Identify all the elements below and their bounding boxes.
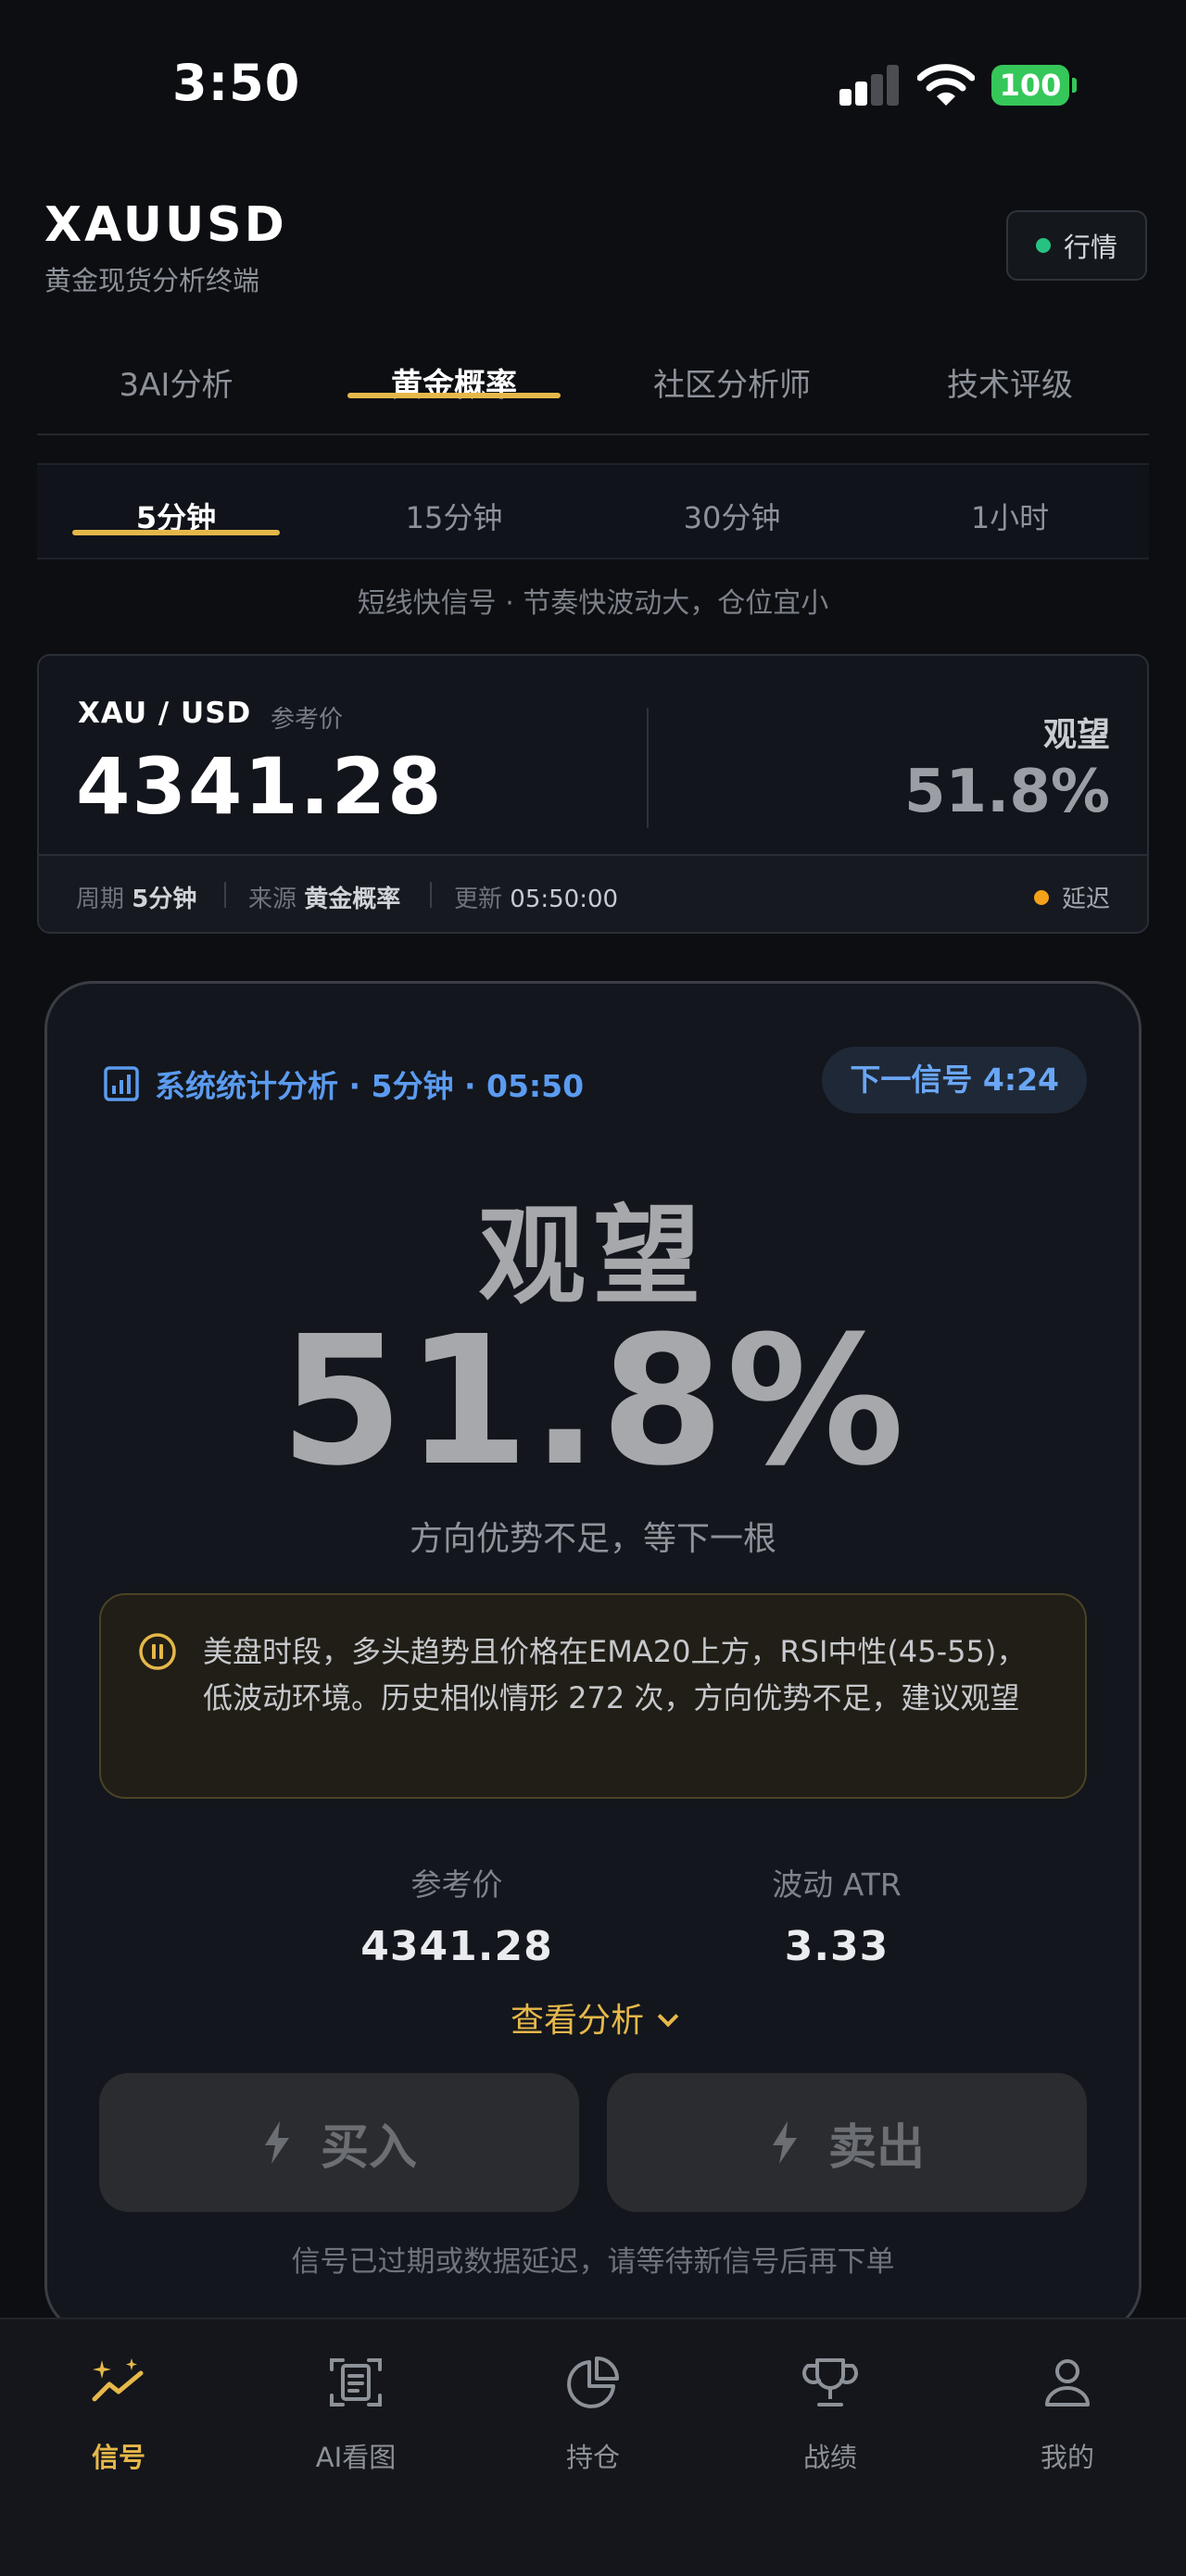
bar-chart-icon	[104, 1066, 139, 1101]
next-signal-countdown: 下一信号 4:24	[822, 1047, 1087, 1113]
lightning-icon	[772, 2121, 797, 2164]
currency-pair: XAU / USD	[78, 697, 252, 730]
nav-performance[interactable]: 战绩	[712, 2319, 949, 2576]
symbol-title: XAUUSD	[44, 197, 287, 253]
signal-sparkle-icon	[92, 2358, 144, 2402]
tab-technical-rating[interactable]: 技术评级	[871, 343, 1149, 434]
period-meta: 周期 5分钟	[76, 886, 197, 913]
status-bar: 3:50 100	[0, 0, 1186, 176]
tab-3ai-analysis[interactable]: 3AI分析	[37, 343, 315, 434]
wifi-icon	[917, 64, 975, 106]
signal-probability-large: 51.8%	[279, 1299, 907, 1505]
atr-stat: 波动 ATR 3.33	[772, 1866, 902, 1970]
app-screen: 3:50 100 XAUUSD 黄金现货分析终端 行情 3AI分析 黄金概率 社…	[0, 0, 1186, 2576]
pause-icon	[139, 1633, 176, 1670]
scan-document-icon	[330, 2358, 382, 2406]
analysis-note: 美盘时段，多头趋势且价格在EMA20上方，RSI中性(45-55)，低波动环境。…	[99, 1593, 1087, 1799]
live-status-dot	[1035, 238, 1051, 253]
price-card-footer: 周期 5分钟 来源 黄金概率 更新 05:50:00 延迟	[39, 854, 1147, 932]
main-tabs: 3AI分析 黄金概率 社区分析师 技术评级	[37, 343, 1149, 435]
signal-card-header: 系统统计分析 · 5分钟 · 05:50	[103, 1062, 584, 1106]
buy-button[interactable]: 买入	[99, 2073, 579, 2212]
signal-caption: 方向优势不足，等下一根	[409, 1520, 776, 1558]
view-analysis-button[interactable]: 查看分析	[47, 1993, 1139, 2042]
symbol-subtitle: 黄金现货分析终端	[44, 265, 260, 296]
pie-chart-icon	[567, 2356, 619, 2408]
market-button-label: 行情	[1063, 232, 1117, 263]
battery-level: 100	[991, 65, 1069, 106]
signal-card-title: 系统统计分析 · 5分钟 · 05:50	[155, 1068, 585, 1104]
signal-label: 观望	[1042, 716, 1110, 754]
lightning-icon	[264, 2121, 289, 2164]
price-card: XAU / USD 参考价 4341.28 观望 51.8% 周期 5分钟 来源…	[37, 654, 1149, 934]
tab-30min[interactable]: 30分钟	[593, 465, 871, 558]
signal-expired-notice: 信号已过期或数据延迟，请等待新信号后再下单	[291, 2245, 895, 2279]
cellular-signal-icon	[839, 65, 901, 106]
chevron-down-icon	[657, 2005, 679, 2028]
reference-price-stat: 参考价 4341.28	[360, 1866, 553, 1970]
analysis-note-text: 美盘时段，多头趋势且价格在EMA20上方，RSI中性(45-55)，低波动环境。…	[203, 1634, 1027, 1715]
nav-signal[interactable]: 信号	[0, 2319, 237, 2576]
reference-price-label: 参考价	[271, 706, 344, 734]
nav-positions[interactable]: 持仓	[474, 2319, 712, 2576]
tab-gold-probability[interactable]: 黄金概率	[315, 343, 593, 434]
tab-15min[interactable]: 15分钟	[315, 465, 593, 558]
signal-probability: 51.8%	[903, 758, 1110, 826]
divider	[647, 708, 649, 828]
tab-community-analysts[interactable]: 社区分析师	[593, 343, 871, 434]
delay-status: 延迟	[1033, 880, 1110, 914]
nav-profile[interactable]: 我的	[949, 2319, 1186, 2576]
bottom-nav: 信号 AI看图 持仓 战绩 我的	[0, 2318, 1186, 2576]
trophy-icon	[802, 2358, 858, 2406]
timeframe-tabs: 5分钟 15分钟 30分钟 1小时	[37, 463, 1149, 559]
tab-5min[interactable]: 5分钟	[37, 465, 315, 558]
update-meta: 更新 05:50:00	[454, 886, 619, 913]
user-icon	[1045, 2359, 1090, 2406]
tab-1hour[interactable]: 1小时	[871, 465, 1149, 558]
nav-ai-chart[interactable]: AI看图	[237, 2319, 474, 2576]
sell-button[interactable]: 卖出	[607, 2073, 1087, 2212]
source-meta: 来源 黄金概率	[248, 886, 401, 913]
battery-icon: 100	[991, 65, 1077, 106]
market-button[interactable]: 行情	[1006, 210, 1147, 281]
status-time: 3:50	[172, 54, 301, 112]
delay-status-dot	[1033, 889, 1049, 905]
reference-price: 4341.28	[76, 741, 444, 832]
timeframe-hint: 短线快信号 · 节奏快波动大，仓位宜小	[357, 587, 829, 620]
signal-card: 系统统计分析 · 5分钟 · 05:50 下一信号 4:24 观望 51.8% …	[44, 981, 1142, 2333]
